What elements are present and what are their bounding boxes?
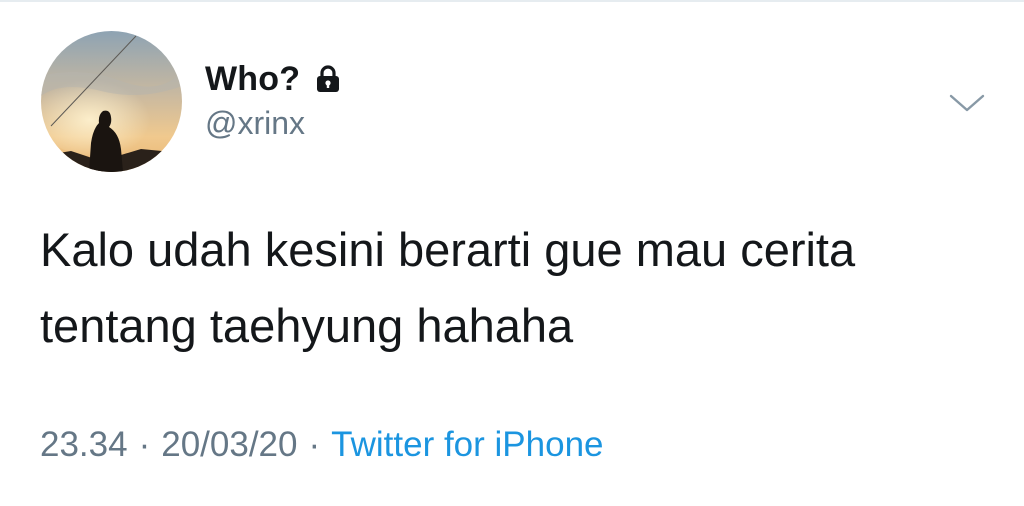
user-info: Who? @xrinx bbox=[205, 55, 344, 142]
tweet-text: Kalo udah kesini berarti gue mau cerita … bbox=[40, 212, 1000, 364]
avatar[interactable] bbox=[41, 31, 182, 172]
top-divider bbox=[0, 0, 1024, 2]
display-name-row: Who? bbox=[205, 55, 344, 103]
tweet-metadata: 23.34 · 20/03/20 · Twitter for iPhone bbox=[40, 425, 604, 465]
chevron-down-icon[interactable] bbox=[947, 88, 987, 118]
tweet-text-line-1: Kalo udah kesini berarti gue mau cerita bbox=[40, 223, 856, 276]
display-name[interactable]: Who? bbox=[205, 60, 300, 99]
separator: · bbox=[308, 425, 321, 464]
user-handle[interactable]: @xrinx bbox=[205, 105, 344, 142]
lock-icon bbox=[312, 63, 344, 95]
tweet-source-link[interactable]: Twitter for iPhone bbox=[331, 425, 603, 464]
tweet-text-line-2: tentang taehyung hahaha bbox=[40, 299, 574, 352]
separator: · bbox=[138, 425, 151, 464]
tweet-date[interactable]: 20/03/20 bbox=[161, 425, 297, 464]
avatar-image bbox=[41, 31, 182, 172]
tweet-time[interactable]: 23.34 bbox=[40, 425, 128, 464]
